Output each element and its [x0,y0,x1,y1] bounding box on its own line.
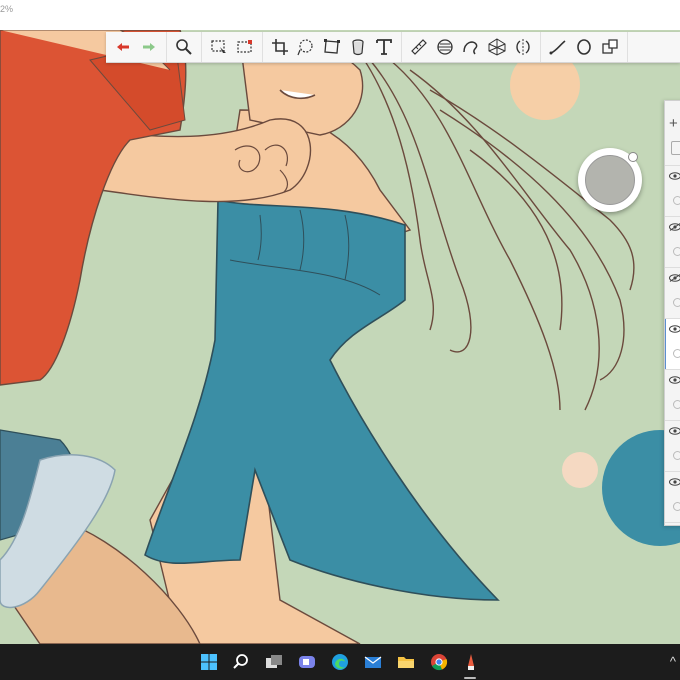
layer-lock-icon[interactable] [673,298,680,307]
layer-row[interactable] [665,319,680,370]
task-view-icon [266,655,282,668]
eye-hidden-icon[interactable] [669,274,680,282]
text-tool-button[interactable] [371,34,397,60]
perspective-button[interactable] [484,34,510,60]
layer-lock-icon[interactable] [673,451,680,460]
eye-icon[interactable] [669,478,680,486]
edge-browser-icon [332,654,348,670]
bg-small-circle [562,452,598,488]
ellipse-guide-icon [437,39,453,55]
undo-button[interactable] [110,34,136,60]
chrome-button[interactable] [429,652,449,672]
layer-row[interactable] [665,370,680,421]
windows-taskbar: ^ [0,644,680,680]
windows-start-icon [201,654,217,670]
layer-lock-icon[interactable] [673,247,680,256]
crop-tool-button[interactable] [267,34,293,60]
drawing-canvas[interactable] [0,30,680,644]
mail-button[interactable] [363,652,383,672]
current-color-swatch[interactable] [585,155,635,205]
crop-icon [272,39,288,55]
lasso-icon [297,39,313,56]
circle-icon [577,39,591,55]
teams-chat-icon [299,656,315,668]
eye-icon[interactable] [669,376,680,384]
layers-panel: + [664,100,680,526]
ruler-icon [411,39,427,55]
artwork [0,30,680,644]
circle-tool-button[interactable] [571,34,597,60]
perspective-icon [488,38,506,56]
undo-icon [117,43,129,51]
layer-row[interactable] [665,472,680,523]
magnifier-icon [176,39,192,55]
active-app-indicator [464,677,476,679]
eye-hidden-icon[interactable] [669,223,680,231]
layer-lock-icon[interactable] [673,400,680,409]
color-puck-handle[interactable] [628,152,638,162]
sketchbook-app-icon [468,654,474,670]
select-tool-button[interactable] [206,34,232,60]
marquee-tool-button[interactable] [232,34,258,60]
transform-tool-button[interactable] [319,34,345,60]
marquee-icon [237,40,252,53]
layer-row[interactable] [665,268,680,319]
layer-list [665,166,680,523]
layer-options-icon[interactable] [671,141,680,155]
layers-header: + [665,101,680,166]
color-puck[interactable] [578,148,642,212]
add-layer-button[interactable]: + [669,115,678,132]
layer-lock-icon[interactable] [673,196,680,205]
eye-icon[interactable] [669,172,680,180]
ellipse-guide-button[interactable] [432,34,458,60]
fill-bucket-icon [352,39,364,56]
layer-lock-icon[interactable] [673,349,680,358]
task-view-button[interactable] [264,652,284,672]
taskbar-search-button[interactable] [231,652,251,672]
fill-tool-button[interactable] [345,34,371,60]
sketchbook-app-button[interactable] [461,652,481,672]
search-icon [233,654,248,669]
tray-chevron-icon[interactable]: ^ [670,654,676,669]
chrome-icon [431,654,448,671]
layer-lock-icon[interactable] [673,502,680,511]
text-icon [376,39,392,55]
lasso-tool-button[interactable] [293,34,319,60]
eye-icon[interactable] [669,325,680,333]
layer-row[interactable] [665,421,680,472]
redo-icon [143,43,155,51]
zoom-label: 2% [0,4,14,14]
select-icon [211,40,226,55]
ruler-tool-button[interactable] [406,34,432,60]
mail-icon [364,656,382,668]
file-explorer-icon [398,657,414,668]
shapes-icon [602,39,618,54]
symmetry-button[interactable] [510,34,536,60]
zoom-tool-button[interactable] [171,34,197,60]
french-curve-button[interactable] [458,34,484,60]
stroke-tool-button[interactable] [545,34,571,60]
file-explorer-button[interactable] [396,652,416,672]
windows-start-button[interactable] [199,652,219,672]
redo-button[interactable] [136,34,162,60]
sketchbook-toolbar [106,32,680,63]
layer-row[interactable] [665,217,680,268]
transform-icon [324,39,340,54]
teams-chat-button[interactable] [297,652,317,672]
stroke-icon [549,40,566,55]
layer-row[interactable] [665,166,680,217]
window-top-strip: 2% [0,0,680,30]
symmetry-icon [516,39,530,55]
shapes-tool-button[interactable] [597,34,623,60]
eye-icon[interactable] [669,427,680,435]
french-curve-icon [463,41,478,55]
edge-browser-button[interactable] [330,652,350,672]
